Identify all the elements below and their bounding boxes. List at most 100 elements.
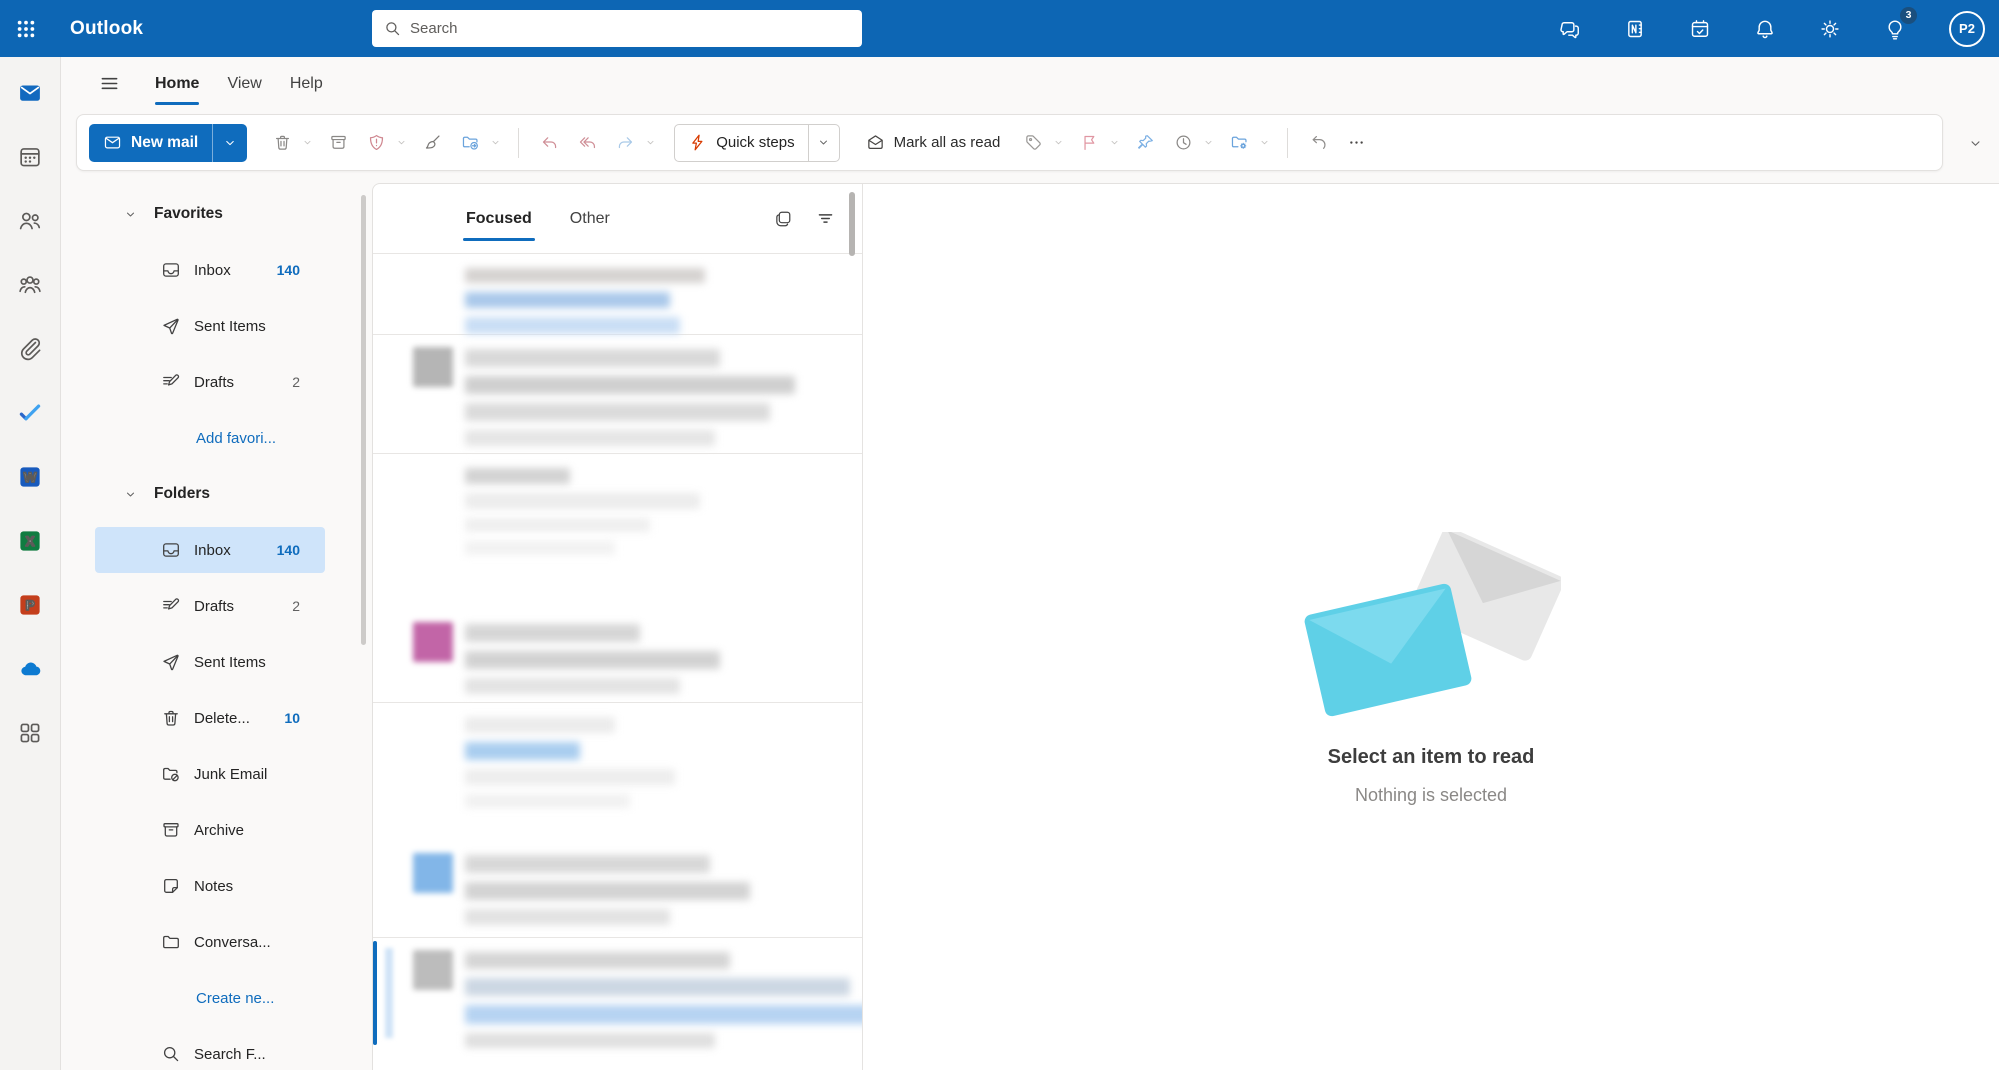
favorites-section-header[interactable]: Favorites (95, 191, 325, 237)
snooze-button-chevron-icon[interactable] (1199, 126, 1217, 160)
folder-label: Inbox (194, 262, 231, 279)
forward-button[interactable] (608, 126, 642, 160)
calendar-app-icon[interactable] (8, 135, 52, 179)
folder-label: Junk Email (194, 766, 267, 783)
select-all-icon[interactable] (768, 204, 798, 234)
message-list-item[interactable] (373, 938, 862, 1048)
delete-button-chevron-icon[interactable] (298, 126, 316, 160)
excel-app-icon[interactable]: X (8, 519, 52, 563)
notifications-bell-icon[interactable] (1743, 7, 1787, 51)
undo-button[interactable] (1301, 126, 1335, 160)
folder-drafts[interactable]: Drafts2 (95, 583, 325, 629)
message-list-item[interactable] (373, 335, 862, 453)
ribbon-toolbar: New mail Quick steps Mark all as read (76, 114, 1943, 171)
message-list-item[interactable] (373, 454, 862, 610)
groups-app-icon[interactable] (8, 263, 52, 307)
filter-icon[interactable] (810, 204, 840, 234)
folder-archive[interactable]: Archive (95, 807, 325, 853)
snooze-button[interactable] (1166, 126, 1200, 160)
rules-button[interactable] (1222, 126, 1256, 160)
chat-icon[interactable] (1548, 7, 1592, 51)
new-mail-dropdown-chevron-icon[interactable] (213, 124, 247, 162)
tab-help[interactable]: Help (276, 68, 337, 100)
flag-button-chevron-icon[interactable] (1105, 126, 1123, 160)
reply-button[interactable] (532, 126, 566, 160)
powerpoint-app-icon[interactable]: P (8, 583, 52, 627)
tips-lightbulb-icon[interactable]: 3 (1873, 7, 1917, 51)
people-app-icon[interactable] (8, 199, 52, 243)
favorite-drafts[interactable]: Drafts2 (95, 359, 325, 405)
folder-deleted-items[interactable]: Delete...10 (95, 695, 325, 741)
main-area: WXP HomeViewHelp New mail Quick steps Mark… (0, 57, 1999, 1070)
quick-steps-button[interactable]: Quick steps (674, 124, 839, 162)
categorize-button-chevron-icon[interactable] (1049, 126, 1067, 160)
tab-view[interactable]: View (213, 68, 275, 100)
search-box[interactable] (372, 10, 862, 47)
archive-button[interactable] (321, 126, 355, 160)
mark-all-as-read-button[interactable]: Mark all as read (854, 124, 1013, 162)
folder-inbox[interactable]: Inbox140 (95, 527, 325, 573)
reply-all-button[interactable] (570, 126, 604, 160)
folder-pane-scrollbar[interactable] (361, 195, 366, 645)
drafts-icon (161, 372, 181, 392)
folders-section-header[interactable]: Folders (95, 471, 325, 517)
message-list-tab-other[interactable]: Other (570, 206, 610, 232)
tab-home[interactable]: Home (141, 68, 213, 100)
avatar-spacer (413, 715, 465, 841)
folder-notes[interactable]: Notes (95, 863, 325, 909)
blurred-text-lines (465, 950, 862, 1048)
report-button-chevron-icon[interactable] (392, 126, 410, 160)
folder-pane: Favorites Inbox140 Sent Items Drafts2 Add fa… (61, 183, 372, 1070)
word-app-icon[interactable]: W (8, 455, 52, 499)
body-row: Favorites Inbox140 Sent Items Drafts2 Add fa… (61, 183, 1999, 1070)
quick-steps-bolt-icon (688, 133, 707, 152)
favorite-inbox[interactable]: Inbox140 (95, 247, 325, 293)
message-list-item[interactable] (373, 610, 862, 702)
report-button[interactable] (359, 126, 393, 160)
app-launcher-waffle-icon[interactable] (0, 0, 52, 57)
search-input[interactable] (410, 20, 850, 37)
new-mail-button[interactable]: New mail (89, 124, 247, 162)
rules-button-chevron-icon[interactable] (1255, 126, 1273, 160)
message-list-item[interactable] (373, 703, 862, 841)
hamburger-menu-icon[interactable] (91, 66, 127, 102)
forward-button-chevron-icon[interactable] (641, 126, 659, 160)
delete-button[interactable] (265, 126, 299, 160)
quick-steps-chevron-icon[interactable] (809, 125, 839, 161)
message-list-tab-focused[interactable]: Focused (466, 206, 532, 232)
tag-icon (1024, 133, 1043, 152)
create-new-folder-link[interactable]: Create ne... (95, 975, 325, 1021)
broom-icon (423, 133, 442, 152)
folder-sent-items[interactable]: Sent Items (95, 639, 325, 685)
folder-junk-email[interactable]: Junk Email (95, 751, 325, 797)
message-list-scrollbar[interactable] (849, 192, 855, 256)
move-to-button-chevron-icon[interactable] (486, 126, 504, 160)
settings-gear-icon[interactable] (1808, 7, 1852, 51)
message-list-item[interactable] (373, 254, 862, 334)
categorize-button[interactable] (1016, 126, 1050, 160)
folder-conversation-history[interactable]: Conversa... (95, 919, 325, 965)
ribbon-toolbar-row: New mail Quick steps Mark all as read (61, 110, 1999, 183)
app-rail: WXP (0, 57, 61, 1070)
pin-button[interactable] (1128, 126, 1162, 160)
files-paperclip-icon[interactable] (8, 327, 52, 371)
add-favorite-link[interactable]: Add favori... (95, 415, 325, 461)
search-folders[interactable]: Search F... (95, 1031, 325, 1070)
my-day-icon[interactable] (1678, 7, 1722, 51)
more-apps-icon[interactable] (8, 711, 52, 755)
onenote-feed-icon[interactable] (1613, 7, 1657, 51)
message-list-body (373, 254, 862, 1070)
ribbon-collapse-chevron-icon[interactable] (1968, 136, 1983, 156)
message-list-item[interactable] (373, 841, 862, 937)
onedrive-app-icon[interactable] (8, 647, 52, 691)
more-options-button[interactable] (1339, 126, 1373, 160)
move-to-button[interactable] (453, 126, 487, 160)
favorite-sent-items[interactable]: Sent Items (95, 303, 325, 349)
dots-icon (1347, 133, 1366, 152)
blurred-text-lines (465, 853, 750, 937)
mail-app-icon[interactable] (8, 71, 52, 115)
todo-app-icon[interactable] (8, 391, 52, 435)
sweep-button[interactable] (415, 126, 449, 160)
user-avatar[interactable]: P2 (1949, 11, 1985, 47)
flag-button[interactable] (1072, 126, 1106, 160)
